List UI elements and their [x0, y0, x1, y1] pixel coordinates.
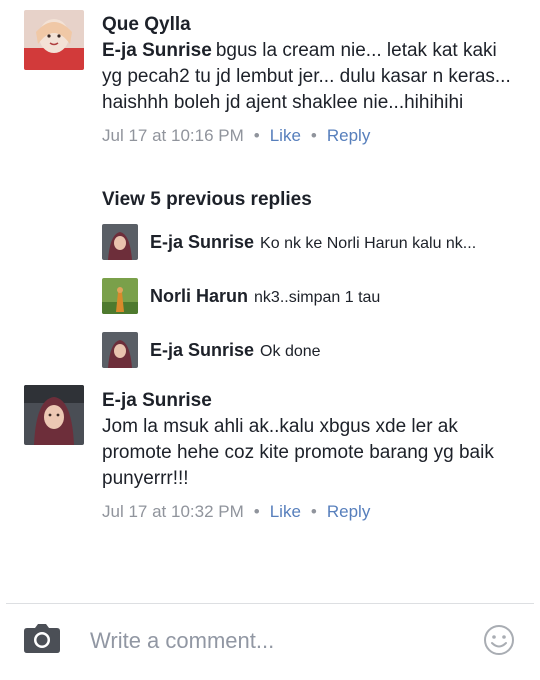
- reply-2: Norli Harun nk3..simpan 1 tau: [102, 278, 522, 314]
- timestamp[interactable]: Jul 17 at 10:16 PM: [102, 126, 244, 145]
- reply-text: Ko nk ke Norli Harun kalu nk...: [260, 235, 477, 252]
- view-previous-replies[interactable]: View 5 previous replies: [102, 189, 312, 211]
- comment-2: E-ja Sunrise Jom la msuk ahli ak..kalu x…: [0, 380, 540, 540]
- comment-body: Jom la msuk ahli ak..kalu xbgus xde ler …: [102, 416, 494, 489]
- reply-text: Ok done: [260, 343, 321, 360]
- like-button[interactable]: Like: [270, 502, 301, 521]
- avatar-norli-harun[interactable]: [102, 278, 138, 314]
- reply-author[interactable]: E-ja Sunrise: [150, 232, 254, 252]
- comment-input[interactable]: Write a comment...: [90, 628, 274, 654]
- comment-1: Que Qylla E-ja Sunrise bgus la cream nie.…: [0, 0, 540, 180]
- separator-dot: •: [253, 502, 260, 521]
- timestamp[interactable]: Jul 17 at 10:32 PM: [102, 502, 244, 521]
- comment-meta: Jul 17 at 10:16 PM • Like • Reply: [102, 124, 512, 148]
- like-button[interactable]: Like: [270, 126, 301, 145]
- avatar-e-ja-sunrise[interactable]: [102, 224, 138, 260]
- separator-dot: •: [310, 502, 317, 521]
- comment-composer: Write a comment...: [0, 604, 540, 680]
- avatar-que-qylla[interactable]: [24, 10, 84, 70]
- separator-dot: •: [253, 126, 260, 145]
- reply-author[interactable]: Norli Harun: [150, 286, 248, 306]
- comment-meta: Jul 17 at 10:32 PM • Like • Reply: [102, 500, 512, 524]
- comment-author[interactable]: Que Qylla: [102, 12, 512, 38]
- comment-author[interactable]: E-ja Sunrise: [102, 388, 512, 414]
- avatar-e-ja-sunrise[interactable]: [102, 332, 138, 368]
- reply-3: E-ja Sunrise Ok done: [102, 332, 522, 368]
- camera-icon[interactable]: [23, 622, 61, 659]
- reply-button[interactable]: Reply: [327, 126, 370, 145]
- reply-author[interactable]: E-ja Sunrise: [150, 340, 254, 360]
- separator-dot: •: [310, 126, 317, 145]
- reply-1: E-ja Sunrise Ko nk ke Norli Harun kalu nk…: [102, 224, 522, 260]
- reply-button[interactable]: Reply: [327, 502, 370, 521]
- mention-link[interactable]: E-ja Sunrise: [102, 40, 212, 61]
- avatar-e-ja-sunrise[interactable]: [24, 385, 84, 445]
- comment-text: E-ja Sunrise bgus la cream nie... letak k…: [102, 38, 512, 116]
- reply-text: nk3..simpan 1 tau: [254, 289, 381, 306]
- smiley-icon[interactable]: [483, 624, 515, 661]
